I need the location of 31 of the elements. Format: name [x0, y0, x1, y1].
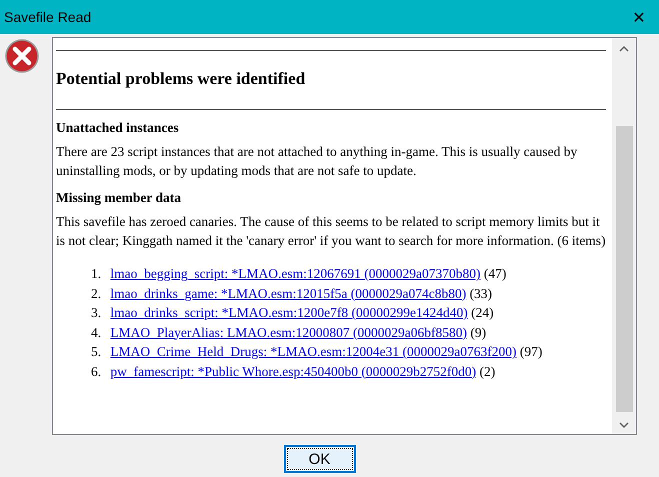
list-number: 4.: [91, 324, 102, 342]
list-number: 2.: [91, 284, 102, 302]
list-number: 6.: [91, 362, 102, 380]
scroll-thumb[interactable]: [616, 126, 632, 412]
error-icon: [5, 39, 39, 73]
instance-count: (24): [471, 305, 494, 320]
scroll-up-icon[interactable]: [619, 46, 629, 52]
instance-count: (47): [484, 266, 506, 281]
list-number: 1.: [91, 265, 102, 283]
scrollbar[interactable]: [612, 38, 636, 434]
script-link[interactable]: lmao_drinks_script: *LMAO.esm:1200e7f8 (00000299e1424d40): [110, 305, 468, 320]
list-number: 3.: [91, 304, 102, 322]
ok-button[interactable]: OK: [284, 445, 356, 473]
script-link[interactable]: LMAO_Crime_Held_Drugs: *LMAO.esm:12004e31 (0000029a0763f200): [110, 344, 516, 359]
section-heading: Unattached instances: [56, 120, 180, 136]
instance-count: (9): [470, 324, 486, 340]
section-heading: Missing member data: [56, 190, 182, 206]
list-number: 5.: [91, 343, 102, 361]
scroll-down-icon[interactable]: [619, 422, 629, 428]
script-link[interactable]: lmao_begging_script: *LMAO.esm:12067691 (0000029a07370b80): [110, 266, 480, 281]
close-button[interactable]: ✕: [619, 0, 659, 34]
instance-count: (97): [520, 344, 542, 359]
message-heading: Potential problems were identified: [56, 69, 306, 89]
instance-count: (2): [479, 364, 496, 378]
script-link[interactable]: LMAO_PlayerAlias: LMAO.esm:12000807 (0000029a06bf8580): [110, 324, 467, 340]
script-link[interactable]: lmao_drinks_game: *LMAO.esm:12015f5a (0000029a074c8b80): [110, 286, 466, 300]
script-link[interactable]: pw_famescript: *Public Whore.esp:450400b0 (0000029b2752f0d0): [110, 364, 476, 378]
instance-count: (33): [470, 286, 492, 300]
window-title: Savefile Read: [3, 9, 92, 25]
section-text: There are 23 script instances that are not attached to anything in-game. This is usually caused by uninstalling mods, or by updating mods that are not safe to update.: [56, 143, 578, 180]
section-text: This savefile has zeroed canaries. The cause of this seems to be related to script memory limits but it is not clear; Kinggath named it the 'canary error' if you want to search for more information. (6 items): [56, 213, 606, 250]
